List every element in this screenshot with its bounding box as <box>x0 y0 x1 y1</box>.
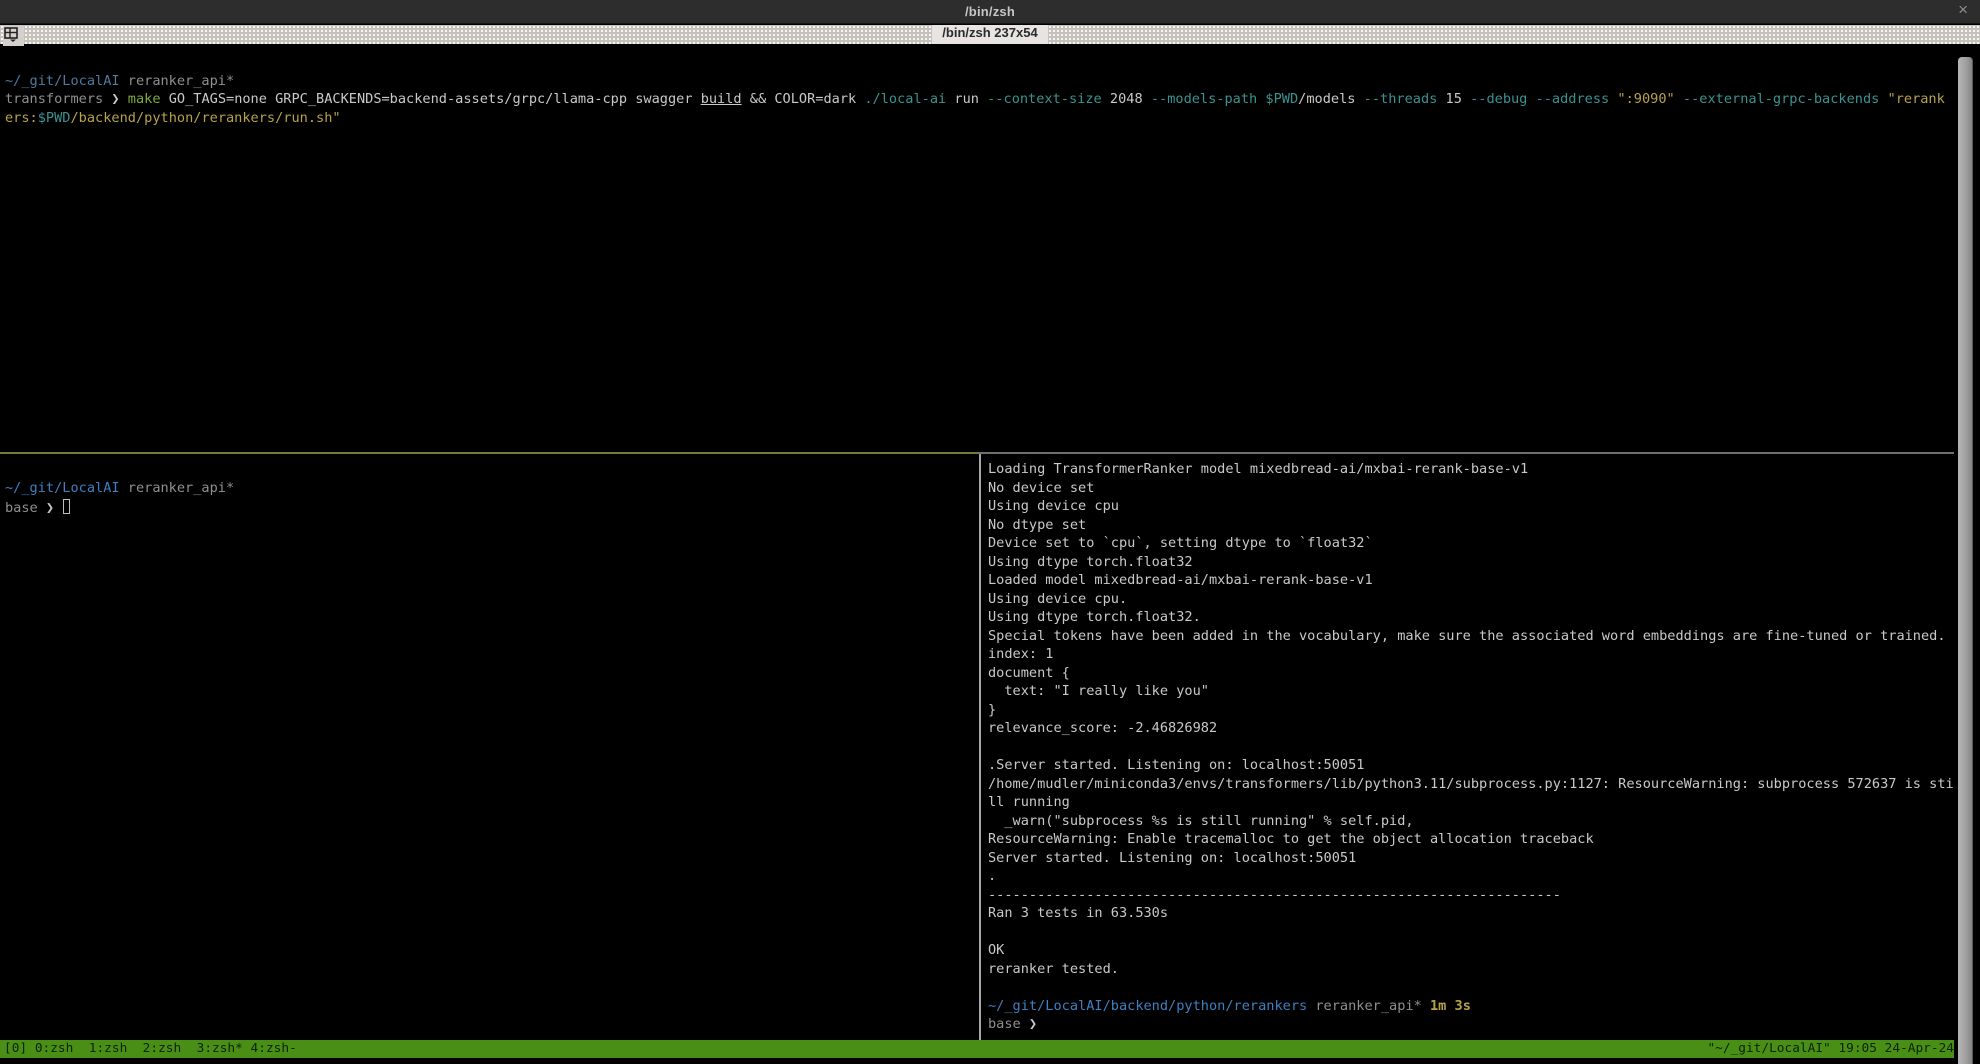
terminal-line <box>988 978 1980 997</box>
terminal-line: reranker tested. <box>988 960 1980 979</box>
terminal-line: ll running <box>988 793 1980 812</box>
terminal-line <box>5 460 979 479</box>
terminal-line: text: "I really like you" <box>988 682 1980 701</box>
scrollbar[interactable] <box>1954 47 1980 1064</box>
terminal-line: base ❯ <box>5 497 979 516</box>
terminal-line: Using device cpu. <box>988 590 1980 609</box>
terminal-line <box>5 53 1980 72</box>
terminal-line: transformers ❯ make GO_TAGS=none GRPC_BA… <box>5 90 1980 109</box>
terminal-line: base ❯ <box>988 1015 1980 1034</box>
terminal-pane-bottom-left[interactable]: ~/_git/LocalAI reranker_api*base ❯ <box>0 454 979 1040</box>
terminal-line: document { <box>988 664 1980 683</box>
terminal-line: Using dtype torch.float32 <box>988 553 1980 572</box>
terminal-line: ----------------------------------------… <box>988 886 1980 905</box>
terminal-line <box>988 923 1980 942</box>
scrollbar-thumb[interactable] <box>1958 57 1973 1064</box>
terminal-line: ~/_git/LocalAI reranker_api* <box>5 72 1980 91</box>
terminal-line: Special tokens have been added in the vo… <box>988 627 1980 646</box>
window-titlebar: /bin/zsh × <box>0 0 1980 24</box>
tmux-status-right: "~/_git/LocalAI" 19:05 24-Apr-24 <box>1707 1040 1954 1058</box>
terminal-line: Using device cpu <box>988 497 1980 516</box>
terminal-line: /home/mudler/miniconda3/envs/transformer… <box>988 775 1980 794</box>
terminal-line: Using dtype torch.float32. <box>988 608 1980 627</box>
terminal-cursor <box>63 499 70 514</box>
terminal-pane-top[interactable]: ~/_git/LocalAI reranker_api*transformers… <box>0 47 1980 452</box>
tmux-status-bar: [0] 0:zsh 1:zsh 2:zsh 3:zsh* 4:zsh- "~/_… <box>0 1040 1980 1058</box>
terminal-line: ~/_git/LocalAI reranker_api* <box>5 479 979 498</box>
terminal-line: . <box>988 867 1980 886</box>
terminal-line: _warn("subprocess %s is still running" %… <box>988 812 1980 831</box>
terminal-line: index: 1 <box>988 645 1980 664</box>
terminal-line: Ran 3 tests in 63.530s <box>988 904 1980 923</box>
bottom-panes-container: ~/_git/LocalAI reranker_api*base ❯ Loadi… <box>0 454 1980 1040</box>
terminal-pane-bottom-right[interactable]: Loading TransformerRanker model mixedbre… <box>981 454 1980 1040</box>
terminal-line: ~/_git/LocalAI/backend/python/rerankers … <box>988 997 1980 1016</box>
window-menu-icon[interactable] <box>3 26 24 46</box>
terminal-line: Loaded model mixedbread-ai/mxbai-rerank-… <box>988 571 1980 590</box>
terminal-line: Device set to `cpu`, setting dtype to `f… <box>988 534 1980 553</box>
terminal-line: No device set <box>988 479 1980 498</box>
terminal-line: OK <box>988 941 1980 960</box>
terminal-line: ers:$PWD/backend/python/rerankers/run.sh… <box>5 109 1980 128</box>
window-title: /bin/zsh <box>965 4 1015 19</box>
terminal-line: No dtype set <box>988 516 1980 535</box>
terminal-line: Loading TransformerRanker model mixedbre… <box>988 460 1980 479</box>
terminal-line: relevance_score: -2.46826982 <box>988 719 1980 738</box>
terminal-line: ResourceWarning: Enable tracemalloc to g… <box>988 830 1980 849</box>
terminal-line: Server started. Listening on: localhost:… <box>988 849 1980 868</box>
terminal-line: } <box>988 701 1980 720</box>
close-icon[interactable]: × <box>1958 0 1968 24</box>
terminal-line: .Server started. Listening on: localhost… <box>988 756 1980 775</box>
tmux-window-list[interactable]: [0] 0:zsh 1:zsh 2:zsh 3:zsh* 4:zsh- <box>4 1040 297 1058</box>
terminal-tab-bar: /bin/zsh 237x54 <box>0 25 1980 44</box>
tab-title: /bin/zsh 237x54 <box>932 25 1047 44</box>
terminal-window: ~/_git/LocalAI reranker_api*transformers… <box>0 47 1980 1064</box>
terminal-line <box>988 738 1980 757</box>
